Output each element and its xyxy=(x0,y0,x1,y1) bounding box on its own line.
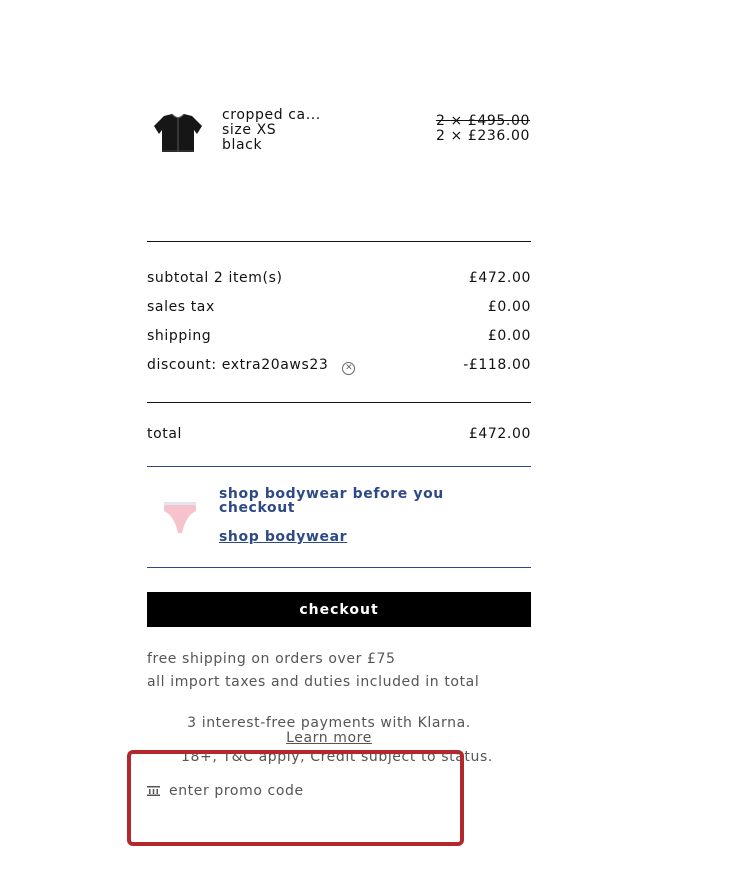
discount-row: discount: extra20aws23 ✕ xyxy=(147,357,356,375)
discount-value: -£118.00 xyxy=(463,357,531,373)
sales-tax-value: £0.00 xyxy=(487,299,531,315)
free-shipping-note: free shipping on orders over £75 xyxy=(147,651,396,667)
current-price: 2 × £236.00 xyxy=(435,128,530,144)
divider xyxy=(147,241,531,242)
klarna-line: 3 interest-free payments with Klarna. xyxy=(187,715,471,731)
shipping-label: shipping xyxy=(147,328,212,344)
shipping-value: £0.00 xyxy=(487,328,531,344)
total-label: total xyxy=(147,426,183,442)
discount-label: discount: extra20aws23 xyxy=(147,357,329,373)
shop-bodywear-link[interactable]: shop bodywear xyxy=(219,529,347,545)
subtotal-value: £472.00 xyxy=(468,270,531,286)
upsell-title: shop bodywear before you checkout xyxy=(219,486,444,516)
klarna-learn-more-row: Learn more xyxy=(147,731,511,746)
remove-discount-icon[interactable]: ✕ xyxy=(342,362,356,375)
original-price: 2 × £495.00 xyxy=(435,113,530,129)
divider xyxy=(147,567,531,568)
product-thumbnail[interactable] xyxy=(150,112,206,154)
promo-highlight-box xyxy=(127,750,464,846)
klarna-learn-more-link[interactable]: Learn more xyxy=(286,730,372,746)
product-size: size XS xyxy=(222,122,277,138)
subtotal-label: subtotal 2 item(s) xyxy=(147,270,283,286)
product-color: black xyxy=(222,137,263,153)
import-taxes-note: all import taxes and duties included in … xyxy=(147,674,480,690)
divider xyxy=(147,402,531,403)
product-name[interactable]: cropped ca... xyxy=(222,108,321,123)
bodywear-thumbnail[interactable] xyxy=(162,497,198,537)
total-value: £472.00 xyxy=(468,426,531,442)
divider xyxy=(147,466,531,467)
sales-tax-label: sales tax xyxy=(147,299,215,315)
checkout-button[interactable]: checkout xyxy=(147,592,531,627)
